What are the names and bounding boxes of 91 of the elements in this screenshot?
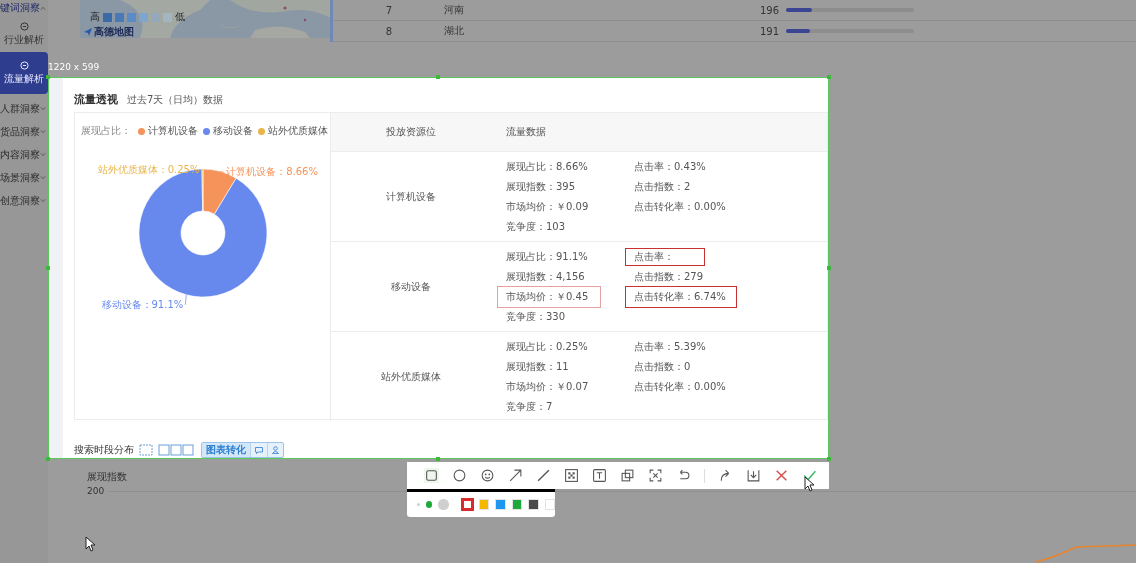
comment-icon [255,446,263,454]
selection-size-label: 1220 x 599 [48,62,100,72]
sidebar-group[interactable]: 创意洞察 [0,193,40,208]
metric-text: 市场均价：￥0.45 [506,290,589,303]
legend-label[interactable]: 计算机设备 [148,124,198,138]
table-cell-text: 8 [384,25,394,37]
metric-text: 点击指数：0 [634,360,691,373]
legend-swatch [151,12,160,22]
mosaic-tool[interactable] [564,468,579,483]
legend-dot [258,127,265,135]
axis-tick: 200 [87,486,105,496]
legend-dot [138,127,145,135]
text-tool[interactable] [592,468,607,483]
axis-label: 展现指数 [87,470,127,484]
sidebar-group[interactable]: 场景洞察 [0,170,40,185]
color-swatch[interactable] [462,499,473,510]
table-cell-text: 湖北 [444,24,465,38]
tab[interactable]: 图表转化 [202,443,251,457]
metric-text: 竞争度：7 [506,400,553,413]
user-icon [272,446,279,454]
cancel-button[interactable] [774,468,789,483]
column-header: 投放资源位 [385,125,437,139]
table-cell-text: 191 [758,25,780,37]
table-cell-text: 计算机设备 [385,189,437,204]
search-icon [19,60,29,70]
logo-icon [84,28,92,36]
legend-label[interactable]: 站外优质媒体 [268,124,328,138]
metric-text: 点击率：5.39% [634,340,706,353]
sidebar-group[interactable]: 键词洞察 [0,1,40,15]
metric-text: 展现指数：11 [506,360,569,373]
metric-text: 点击率： [634,250,674,263]
table-cell-text: 移动设备 [390,279,432,294]
chart-icon [158,444,194,456]
table-cell-text: 196 [758,4,780,16]
metric-text: 点击指数：2 [634,180,691,193]
data-label: 移动设备：91.1% [101,298,184,310]
legend-label: 低 [175,10,185,24]
legend-swatch [115,12,124,22]
metric-text: 竞争度：103 [506,220,566,233]
metric-text: 点击转化率：6.74% [634,290,726,303]
metric-text: 点击率：0.43% [634,160,706,173]
table-cell-text: 7 [384,4,394,16]
leader-line [201,168,203,171]
legend-label[interactable]: 移动设备 [213,124,253,138]
legend-swatch [163,12,172,22]
arrow-tool[interactable] [508,468,523,483]
brush-size-option[interactable] [425,501,433,508]
column-header: 流量数据 [505,125,546,139]
leader-line [219,171,225,173]
leader-line [184,294,187,306]
metric-text: 点击转化率：0.00% [634,200,726,213]
ellipse-tool[interactable] [452,468,467,483]
metric-text: 市场均价：￥0.07 [506,380,589,393]
sidebar-group[interactable]: 内容洞察 [0,147,40,162]
sidebar-group[interactable]: 货品洞察 [0,124,40,139]
table-cell-text: 河南 [444,3,465,17]
table-cell-text: 站外优质媒体 [380,369,442,384]
map-logo: 高德地图 [94,25,134,38]
metric-text: 展现指数：4,156 [506,270,585,283]
sidebar-group[interactable]: 人群洞察 [0,101,40,116]
search-icon [19,21,29,31]
data-label: 站外优质媒体：0.25% [97,164,200,175]
metric-text: 竞争度：330 [506,310,566,323]
chart-icon [139,444,153,456]
save-button[interactable] [746,468,761,483]
ocr-tool[interactable] [648,468,663,483]
legend-label: 高 [90,10,100,24]
sidebar-item[interactable]: 行业解析 [0,16,48,52]
metric-text: 展现占比：91.1% [506,250,588,263]
capture-selection[interactable] [48,77,829,459]
metric-text: 展现占比：8.66% [506,160,588,173]
section-subtitle: 过去7天（日均）数据 [127,93,224,107]
line-tool[interactable] [536,468,551,483]
data-label: 计算机设备：8.66% [226,166,318,178]
legend-swatch [127,12,136,22]
mouse-cursor-icon [85,536,96,552]
metric-text: 展现占比：0.25% [506,340,588,353]
metric-text: 点击指数：279 [634,270,704,283]
legend-dot [203,127,210,135]
section-title: 流量透视 [74,92,118,107]
legend-title: 展现占比： [81,124,131,138]
sidebar-item[interactable]: 流量解析 [0,52,48,94]
legend-swatch [103,12,112,22]
rectangle-tool[interactable] [424,468,439,483]
metric-text: 点击转化率：0.00% [634,380,726,393]
legend-swatch [139,12,148,22]
emoji-tool[interactable] [480,468,495,483]
metric-text: 展现指数：395 [506,180,576,193]
metric-text: 市场均价：￥0.09 [506,200,589,213]
pin-tool[interactable] [620,468,635,483]
section-title: 搜索时段分布 [74,443,134,457]
